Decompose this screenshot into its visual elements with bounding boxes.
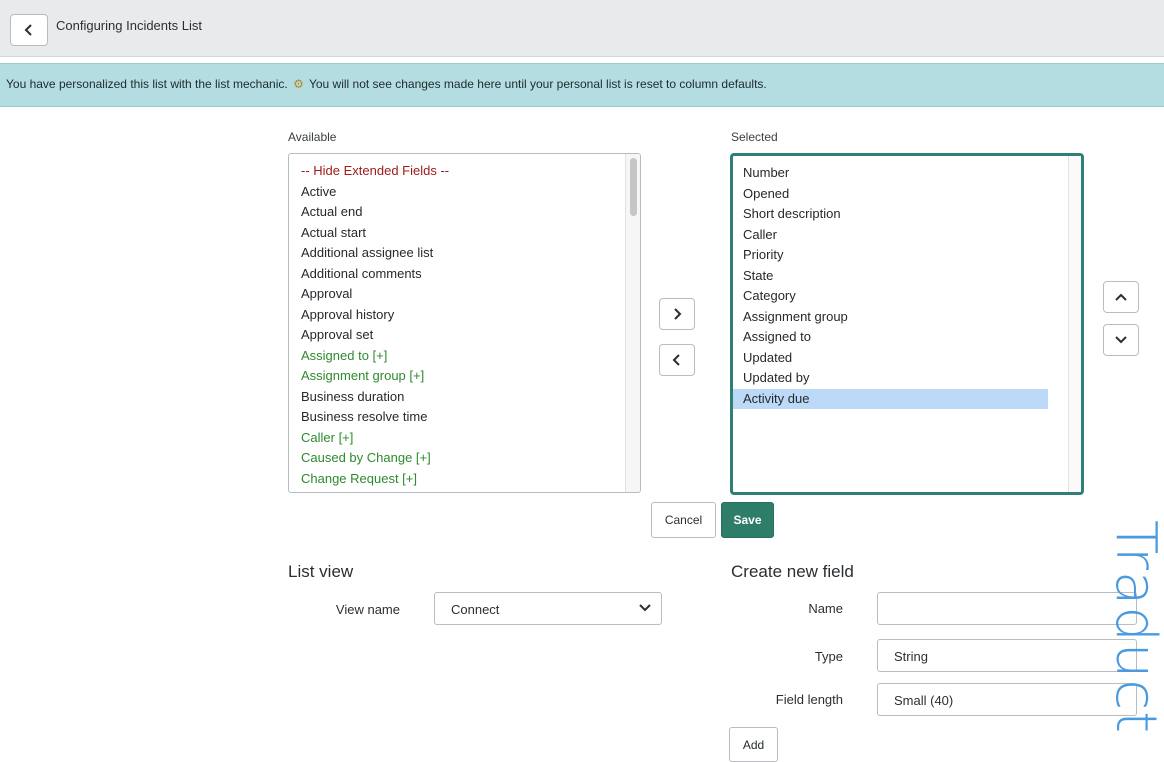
- selected-list-item[interactable]: State: [733, 266, 1048, 287]
- available-list-item[interactable]: Change Request [+]: [289, 469, 640, 490]
- watermark: Traduct: [1110, 520, 1164, 760]
- available-list-item[interactable]: Assigned to [+]: [289, 346, 640, 367]
- banner-message: You have personalized this list with the…: [6, 77, 767, 91]
- selected-list-item[interactable]: Updated by: [733, 368, 1048, 389]
- info-banner: You have personalized this list with the…: [0, 63, 1164, 107]
- available-list-item[interactable]: Caller [+]: [289, 428, 640, 449]
- selected-list-item[interactable]: Short description: [733, 204, 1048, 225]
- selected-scrollbar[interactable]: [1068, 156, 1081, 492]
- page-title: Configuring Incidents List: [56, 18, 202, 33]
- banner-text-after: You will not see changes made here until…: [308, 77, 767, 91]
- type-select[interactable]: String: [877, 639, 1137, 672]
- move-down-button[interactable]: [1103, 324, 1139, 356]
- selected-listbox[interactable]: Number Opened Short description Caller Prior…: [730, 153, 1084, 495]
- available-list-item[interactable]: -- Hide Extended Fields --: [289, 161, 640, 182]
- field-length-label: Field length: [775, 692, 843, 707]
- selected-list-item[interactable]: Assigned to: [733, 327, 1048, 348]
- field-length-value: Small (40): [894, 693, 954, 708]
- field-length-select[interactable]: Small (40): [877, 683, 1137, 716]
- selected-list-item[interactable]: Number: [733, 163, 1048, 184]
- remove-from-selected-button[interactable]: [659, 344, 695, 376]
- selected-list-item[interactable]: Assignment group: [733, 307, 1048, 328]
- type-value: String: [894, 649, 928, 664]
- create-field-title: Create new field: [731, 562, 854, 581]
- chevron-down-icon: [1115, 336, 1127, 344]
- add-field-button[interactable]: Add: [729, 727, 778, 762]
- available-list-item[interactable]: Approval: [289, 284, 640, 305]
- selected-list-item[interactable]: Updated: [733, 348, 1048, 369]
- top-bar: Configuring Incidents List: [0, 0, 1164, 57]
- back-button[interactable]: [10, 14, 48, 46]
- banner-text-before: You have personalized this list with the…: [6, 77, 288, 91]
- list-view-title: List view: [288, 562, 354, 581]
- available-list-item[interactable]: Actual start: [289, 223, 640, 244]
- available-list-item[interactable]: Caused by Change [+]: [289, 448, 640, 469]
- selected-items: Number Opened Short description Caller Prior…: [733, 156, 1048, 409]
- gear-icon: ⚙: [293, 77, 304, 91]
- cancel-button[interactable]: Cancel: [651, 502, 716, 538]
- chevron-up-icon: [1115, 293, 1127, 301]
- name-label: Name: [808, 601, 843, 616]
- available-listbox[interactable]: -- Hide Extended Fields -- Active Actual e…: [288, 153, 641, 493]
- available-items: -- Hide Extended Fields -- Active Actual e…: [289, 154, 640, 489]
- available-list-item[interactable]: Assignment group [+]: [289, 366, 640, 387]
- available-list-item[interactable]: Approval set: [289, 325, 640, 346]
- selected-list-item[interactable]: Category: [733, 286, 1048, 307]
- available-list-item[interactable]: Business resolve time: [289, 407, 640, 428]
- selected-list-item[interactable]: Opened: [733, 184, 1048, 205]
- available-list-item[interactable]: Approval history: [289, 305, 640, 326]
- selected-list-item[interactable]: Activity due: [733, 388, 1048, 409]
- selected-list-item[interactable]: Priority: [733, 245, 1048, 266]
- available-list-item[interactable]: Active: [289, 182, 640, 203]
- view-name-select[interactable]: Connect: [434, 592, 662, 625]
- chevron-down-icon: [639, 604, 651, 612]
- view-name-value: Connect: [451, 602, 500, 617]
- available-list-item[interactable]: Additional comments: [289, 264, 640, 285]
- view-name-label: View name: [335, 602, 400, 617]
- available-list-item[interactable]: Business duration: [289, 387, 640, 408]
- available-list-item[interactable]: Actual end: [289, 202, 640, 223]
- move-up-button[interactable]: [1103, 281, 1139, 313]
- watermark-text: Traduct: [1110, 520, 1164, 735]
- available-label: Available: [288, 130, 337, 144]
- save-button[interactable]: Save: [721, 502, 774, 538]
- chevron-left-icon: [24, 24, 32, 36]
- available-list-item[interactable]: Additional assignee list: [289, 243, 640, 264]
- available-scrollbar[interactable]: [625, 154, 640, 492]
- name-input[interactable]: [877, 592, 1137, 625]
- type-label: Type: [814, 649, 843, 664]
- available-scroll-thumb[interactable]: [630, 158, 637, 216]
- selected-label: Selected: [731, 130, 778, 144]
- chevron-left-icon: [672, 354, 680, 366]
- add-to-selected-button[interactable]: [659, 298, 695, 330]
- selected-list-item[interactable]: Caller: [733, 225, 1048, 246]
- chevron-right-icon: [674, 308, 682, 320]
